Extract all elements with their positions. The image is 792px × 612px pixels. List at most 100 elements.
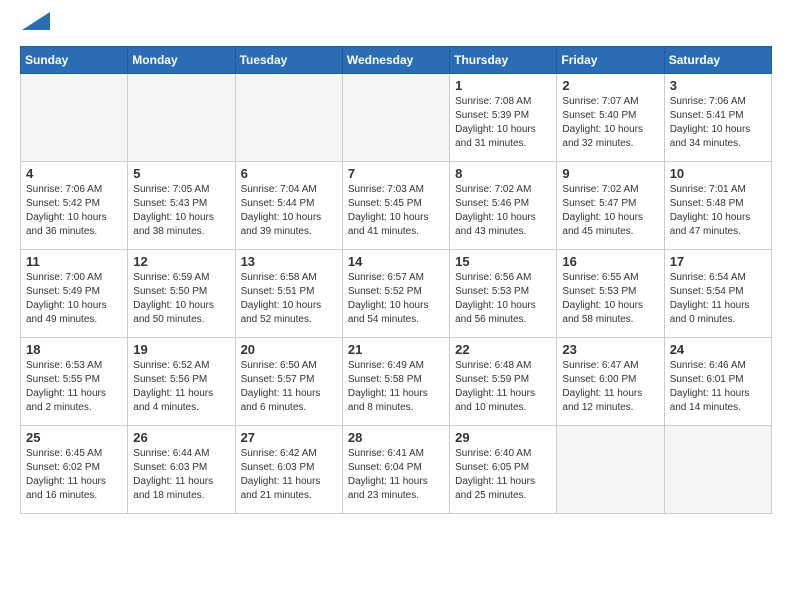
calendar-cell (557, 426, 664, 514)
week-row-1: 1 Sunrise: 7:08 AM Sunset: 5:39 PM Daylig… (21, 74, 772, 162)
day-info: Sunrise: 6:50 AM Sunset: 5:57 PM Dayligh… (241, 359, 337, 415)
day-number: 3 (670, 78, 766, 93)
day-info: Sunrise: 7:01 AM Sunset: 5:48 PM Dayligh… (670, 183, 766, 239)
calendar-cell: 7 Sunrise: 7:03 AM Sunset: 5:45 PM Daylig… (342, 162, 449, 250)
day-info: Sunrise: 6:49 AM Sunset: 5:58 PM Dayligh… (348, 359, 444, 415)
day-number: 9 (562, 166, 658, 181)
header (20, 20, 772, 30)
calendar-cell: 6 Sunrise: 7:04 AM Sunset: 5:44 PM Daylig… (235, 162, 342, 250)
calendar-cell: 28 Sunrise: 6:41 AM Sunset: 6:04 PM Dayli… (342, 426, 449, 514)
day-info: Sunrise: 7:00 AM Sunset: 5:49 PM Dayligh… (26, 271, 122, 327)
day-number: 27 (241, 430, 337, 445)
calendar-cell: 4Sunrise: 7:06 AM Sunset: 5:42 PM Daylig… (21, 162, 128, 250)
day-number: 26 (133, 430, 229, 445)
day-number: 20 (241, 342, 337, 357)
day-number: 28 (348, 430, 444, 445)
day-info: Sunrise: 6:48 AM Sunset: 5:59 PM Dayligh… (455, 359, 551, 415)
calendar-cell: 12 Sunrise: 6:59 AM Sunset: 5:50 PM Dayli… (128, 250, 235, 338)
calendar-cell: 25 Sunrise: 6:45 AM Sunset: 6:02 PM Dayli… (21, 426, 128, 514)
day-number: 22 (455, 342, 551, 357)
calendar-cell: 5 Sunrise: 7:05 AM Sunset: 5:43 PM Daylig… (128, 162, 235, 250)
calendar-cell: 16 Sunrise: 6:55 AM Sunset: 5:53 PM Dayli… (557, 250, 664, 338)
day-number: 21 (348, 342, 444, 357)
week-row-5: 25 Sunrise: 6:45 AM Sunset: 6:02 PM Dayli… (21, 426, 772, 514)
weekday-header-saturday: Saturday (664, 47, 771, 74)
calendar-cell: 29 Sunrise: 6:40 AM Sunset: 6:05 PM Dayli… (450, 426, 557, 514)
day-info: Sunrise: 7:06 AM Sunset: 5:42 PM Dayligh… (26, 183, 122, 239)
calendar-cell (235, 74, 342, 162)
weekday-header-sunday: Sunday (21, 47, 128, 74)
day-info: Sunrise: 7:02 AM Sunset: 5:46 PM Dayligh… (455, 183, 551, 239)
day-number: 5 (133, 166, 229, 181)
calendar-cell: 10Sunrise: 7:01 AM Sunset: 5:48 PM Dayli… (664, 162, 771, 250)
day-number: 16 (562, 254, 658, 269)
weekday-header-friday: Friday (557, 47, 664, 74)
day-number: 24 (670, 342, 766, 357)
calendar-cell: 26 Sunrise: 6:44 AM Sunset: 6:03 PM Dayli… (128, 426, 235, 514)
calendar-cell: 8Sunrise: 7:02 AM Sunset: 5:46 PM Daylig… (450, 162, 557, 250)
weekday-header-wednesday: Wednesday (342, 47, 449, 74)
day-info: Sunrise: 7:02 AM Sunset: 5:47 PM Dayligh… (562, 183, 658, 239)
day-number: 23 (562, 342, 658, 357)
weekday-header-row: SundayMondayTuesdayWednesdayThursdayFrid… (21, 47, 772, 74)
weekday-header-thursday: Thursday (450, 47, 557, 74)
day-number: 13 (241, 254, 337, 269)
weekday-header-tuesday: Tuesday (235, 47, 342, 74)
week-row-2: 4Sunrise: 7:06 AM Sunset: 5:42 PM Daylig… (21, 162, 772, 250)
day-number: 17 (670, 254, 766, 269)
day-info: Sunrise: 7:06 AM Sunset: 5:41 PM Dayligh… (670, 95, 766, 151)
calendar-cell: 9 Sunrise: 7:02 AM Sunset: 5:47 PM Daylig… (557, 162, 664, 250)
day-number: 14 (348, 254, 444, 269)
calendar-cell: 24 Sunrise: 6:46 AM Sunset: 6:01 PM Dayli… (664, 338, 771, 426)
day-info: Sunrise: 6:57 AM Sunset: 5:52 PM Dayligh… (348, 271, 444, 327)
calendar-cell (342, 74, 449, 162)
day-info: Sunrise: 7:03 AM Sunset: 5:45 PM Dayligh… (348, 183, 444, 239)
day-number: 25 (26, 430, 122, 445)
day-info: Sunrise: 7:08 AM Sunset: 5:39 PM Dayligh… (455, 95, 551, 151)
day-info: Sunrise: 6:40 AM Sunset: 6:05 PM Dayligh… (455, 447, 551, 503)
calendar-cell: 19 Sunrise: 6:52 AM Sunset: 5:56 PM Dayli… (128, 338, 235, 426)
day-info: Sunrise: 6:41 AM Sunset: 6:04 PM Dayligh… (348, 447, 444, 503)
day-number: 12 (133, 254, 229, 269)
day-number: 6 (241, 166, 337, 181)
day-number: 18 (26, 342, 122, 357)
day-info: Sunrise: 6:54 AM Sunset: 5:54 PM Dayligh… (670, 271, 766, 327)
day-number: 1 (455, 78, 551, 93)
calendar-cell: 21 Sunrise: 6:49 AM Sunset: 5:58 PM Dayli… (342, 338, 449, 426)
calendar-cell: 17 Sunrise: 6:54 AM Sunset: 5:54 PM Dayli… (664, 250, 771, 338)
calendar-cell: 11 Sunrise: 7:00 AM Sunset: 5:49 PM Dayli… (21, 250, 128, 338)
calendar-cell: 22 Sunrise: 6:48 AM Sunset: 5:59 PM Dayli… (450, 338, 557, 426)
day-number: 7 (348, 166, 444, 181)
day-info: Sunrise: 6:53 AM Sunset: 5:55 PM Dayligh… (26, 359, 122, 415)
day-info: Sunrise: 6:46 AM Sunset: 6:01 PM Dayligh… (670, 359, 766, 415)
calendar-cell: 13 Sunrise: 6:58 AM Sunset: 5:51 PM Dayli… (235, 250, 342, 338)
calendar-cell: 3 Sunrise: 7:06 AM Sunset: 5:41 PM Daylig… (664, 74, 771, 162)
day-info: Sunrise: 6:59 AM Sunset: 5:50 PM Dayligh… (133, 271, 229, 327)
day-info: Sunrise: 7:07 AM Sunset: 5:40 PM Dayligh… (562, 95, 658, 151)
day-number: 19 (133, 342, 229, 357)
day-info: Sunrise: 6:47 AM Sunset: 6:00 PM Dayligh… (562, 359, 658, 415)
day-info: Sunrise: 7:04 AM Sunset: 5:44 PM Dayligh… (241, 183, 337, 239)
logo-arrow-icon (22, 12, 50, 30)
calendar-cell (21, 74, 128, 162)
calendar-cell: 27Sunrise: 6:42 AM Sunset: 6:03 PM Dayli… (235, 426, 342, 514)
calendar-cell: 15 Sunrise: 6:56 AM Sunset: 5:53 PM Dayli… (450, 250, 557, 338)
day-info: Sunrise: 6:44 AM Sunset: 6:03 PM Dayligh… (133, 447, 229, 503)
day-number: 15 (455, 254, 551, 269)
calendar-cell: 1 Sunrise: 7:08 AM Sunset: 5:39 PM Daylig… (450, 74, 557, 162)
calendar-cell (128, 74, 235, 162)
day-number: 11 (26, 254, 122, 269)
day-info: Sunrise: 6:56 AM Sunset: 5:53 PM Dayligh… (455, 271, 551, 327)
day-info: Sunrise: 6:52 AM Sunset: 5:56 PM Dayligh… (133, 359, 229, 415)
calendar-cell: 20 Sunrise: 6:50 AM Sunset: 5:57 PM Dayli… (235, 338, 342, 426)
weekday-header-monday: Monday (128, 47, 235, 74)
day-info: Sunrise: 6:58 AM Sunset: 5:51 PM Dayligh… (241, 271, 337, 327)
day-number: 29 (455, 430, 551, 445)
calendar-cell: 14 Sunrise: 6:57 AM Sunset: 5:52 PM Dayli… (342, 250, 449, 338)
day-info: Sunrise: 6:55 AM Sunset: 5:53 PM Dayligh… (562, 271, 658, 327)
calendar-cell: 18 Sunrise: 6:53 AM Sunset: 5:55 PM Dayli… (21, 338, 128, 426)
day-info: Sunrise: 7:05 AM Sunset: 5:43 PM Dayligh… (133, 183, 229, 239)
day-info: Sunrise: 6:45 AM Sunset: 6:02 PM Dayligh… (26, 447, 122, 503)
calendar-cell (664, 426, 771, 514)
logo (20, 20, 50, 30)
